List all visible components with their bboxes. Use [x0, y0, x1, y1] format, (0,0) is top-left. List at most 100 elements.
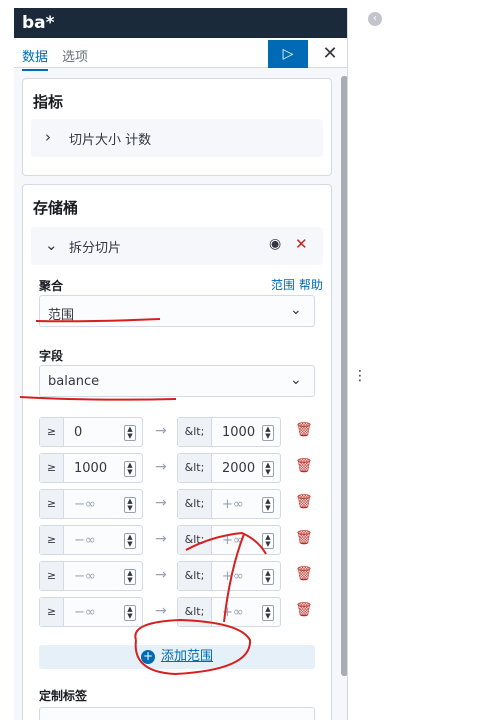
- range-to-input[interactable]: &lt; +∞ ▲ ▼: [177, 525, 281, 555]
- lt-prefix: &lt;: [178, 562, 212, 590]
- range-row: ≥ −∞ ▲ ▼ → &lt; +∞ ▲ ▼ 🗑: [39, 489, 319, 519]
- range-to-input[interactable]: &lt; 1000 ▲ ▼: [177, 417, 281, 447]
- gte-prefix: ≥: [40, 454, 64, 482]
- custom-label-label: 定制标签: [39, 689, 88, 703]
- eye-icon[interactable]: ◉: [269, 236, 281, 252]
- field-select[interactable]: balance ⌄: [39, 365, 315, 397]
- resize-handle-icon[interactable]: ⋮: [353, 368, 367, 384]
- add-range-button[interactable]: + 添加范围: [39, 645, 315, 669]
- stepper-icon[interactable]: ▲ ▼: [262, 533, 274, 549]
- range-from-input[interactable]: ≥ −∞ ▲ ▼: [39, 525, 143, 555]
- play-icon: ▷: [282, 46, 294, 62]
- range-from-input[interactable]: ≥ −∞ ▲ ▼: [39, 489, 143, 519]
- chevron-down-icon[interactable]: ⌄: [45, 236, 58, 254]
- stepper-icon[interactable]: ▲ ▼: [124, 533, 136, 549]
- range-row: ≥ −∞ ▲ ▼ → &lt; +∞ ▲ ▼ 🗑: [39, 561, 319, 591]
- metric-count-row[interactable]: › 切片大小 计数: [31, 119, 323, 157]
- tab-options[interactable]: 选项: [62, 46, 88, 65]
- range-to-value: +∞: [222, 605, 244, 620]
- trash-icon[interactable]: 🗑: [295, 458, 313, 474]
- range-row: ≥ −∞ ▲ ▼ → &lt; +∞ ▲ ▼ 🗑: [39, 525, 319, 555]
- gte-prefix: ≥: [40, 526, 64, 554]
- range-to-input[interactable]: &lt; +∞ ▲ ▼: [177, 489, 281, 519]
- trash-icon[interactable]: 🗑: [295, 530, 313, 546]
- field-value: balance: [48, 374, 100, 389]
- range-row: ≥ 0 ▲ ▼ → &lt; 1000 ▲ ▼ 🗑: [39, 417, 319, 447]
- metrics-card: 指标 › 切片大小 计数: [22, 78, 332, 176]
- buckets-title: 存储桶: [33, 199, 79, 217]
- remove-icon[interactable]: ✕: [295, 235, 308, 253]
- trash-icon[interactable]: 🗑: [295, 566, 313, 582]
- lt-prefix: &lt;: [178, 598, 212, 626]
- arrow-right-icon: →: [155, 495, 167, 511]
- close-button[interactable]: ✕: [318, 42, 342, 66]
- split-slices-row[interactable]: ⌄ 拆分切片 ◉ ✕: [31, 227, 323, 265]
- range-to-input[interactable]: &lt; +∞ ▲ ▼: [177, 597, 281, 627]
- arrow-right-icon: →: [155, 603, 167, 619]
- tab-data[interactable]: 数据: [22, 46, 49, 71]
- metric-count-label: 切片大小 计数: [69, 133, 152, 148]
- range-to-input[interactable]: &lt; 2000 ▲ ▼: [177, 453, 281, 483]
- range-from-value: 1000: [74, 461, 108, 476]
- chevron-right-icon[interactable]: ›: [45, 128, 51, 146]
- aggregation-select[interactable]: 范围 ⌄: [39, 295, 315, 327]
- stepper-icon[interactable]: ▲ ▼: [262, 425, 274, 441]
- arrow-right-icon: →: [155, 531, 167, 547]
- sidebar-panel: ba* 数据 选项 ▷ ✕ 指标 › 切片大小 计数 存储桶 ⌄ 拆分切片 ◉ …: [14, 8, 348, 720]
- range-from-value: −∞: [74, 533, 96, 548]
- range-from-value: 0: [74, 425, 83, 440]
- range-help-link[interactable]: 范围 帮助: [271, 276, 323, 293]
- lt-prefix: &lt;: [178, 526, 212, 554]
- aggregation-label: 聚合: [39, 279, 64, 293]
- arrow-right-icon: →: [155, 567, 167, 583]
- range-from-value: −∞: [74, 497, 96, 512]
- trash-icon[interactable]: 🗑: [295, 422, 313, 438]
- scrollbar[interactable]: [341, 76, 347, 676]
- stepper-icon[interactable]: ▲ ▼: [124, 569, 136, 585]
- stepper-icon[interactable]: ▲ ▼: [124, 497, 136, 513]
- apply-button[interactable]: ▷: [268, 40, 308, 68]
- range-from-input[interactable]: ≥ 1000 ▲ ▼: [39, 453, 143, 483]
- arrow-right-icon: →: [155, 423, 167, 439]
- range-from-input[interactable]: ≥ −∞ ▲ ▼: [39, 561, 143, 591]
- buckets-card: 存储桶 ⌄ 拆分切片 ◉ ✕ 聚合 范围 帮助 范围 ⌄ 字段 balance …: [22, 184, 332, 720]
- stepper-icon[interactable]: ▲ ▼: [262, 569, 274, 585]
- lt-prefix: &lt;: [178, 454, 212, 482]
- range-to-input[interactable]: &lt; +∞ ▲ ▼: [177, 561, 281, 591]
- collapse-sidebar-icon[interactable]: ‹: [368, 12, 382, 26]
- range-from-value: −∞: [74, 569, 96, 584]
- range-to-value: +∞: [222, 533, 244, 548]
- gte-prefix: ≥: [40, 490, 64, 518]
- split-slices-label: 拆分切片: [69, 241, 122, 256]
- range-row: ≥ 1000 ▲ ▼ → &lt; 2000 ▲ ▼ 🗑: [39, 453, 319, 483]
- stepper-icon[interactable]: ▲ ▼: [262, 605, 274, 621]
- trash-icon[interactable]: 🗑: [295, 494, 313, 510]
- arrow-right-icon: →: [155, 459, 167, 475]
- range-from-input[interactable]: ≥ −∞ ▲ ▼: [39, 597, 143, 627]
- plus-circle-icon: +: [140, 649, 155, 664]
- gte-prefix: ≥: [40, 598, 64, 626]
- stepper-icon[interactable]: ▲ ▼: [124, 605, 136, 621]
- gte-prefix: ≥: [40, 562, 64, 590]
- gte-prefix: ≥: [40, 418, 64, 446]
- stepper-icon[interactable]: ▲ ▼: [262, 461, 274, 477]
- range-to-value: 2000: [222, 461, 256, 476]
- range-to-value: 1000: [222, 425, 256, 440]
- add-range-label: 添加范围: [160, 649, 213, 664]
- close-icon: ✕: [322, 43, 338, 64]
- stepper-icon[interactable]: ▲ ▼: [124, 425, 136, 441]
- trash-icon[interactable]: 🗑: [295, 602, 313, 618]
- metrics-title: 指标: [33, 93, 64, 111]
- page: ba* 数据 选项 ▷ ✕ 指标 › 切片大小 计数 存储桶 ⌄ 拆分切片 ◉ …: [0, 0, 500, 720]
- tab-bar: 数据 选项 ▷ ✕: [14, 38, 347, 71]
- stepper-icon[interactable]: ▲ ▼: [124, 461, 136, 477]
- range-row: ≥ −∞ ▲ ▼ → &lt; +∞ ▲ ▼ 🗑: [39, 597, 319, 627]
- range-from-value: −∞: [74, 605, 96, 620]
- range-from-input[interactable]: ≥ 0 ▲ ▼: [39, 417, 143, 447]
- custom-label-input[interactable]: [39, 707, 315, 720]
- lt-prefix: &lt;: [178, 418, 212, 446]
- range-to-value: +∞: [222, 497, 244, 512]
- range-to-value: +∞: [222, 569, 244, 584]
- chevron-down-icon: ⌄: [290, 302, 302, 318]
- stepper-icon[interactable]: ▲ ▼: [262, 497, 274, 513]
